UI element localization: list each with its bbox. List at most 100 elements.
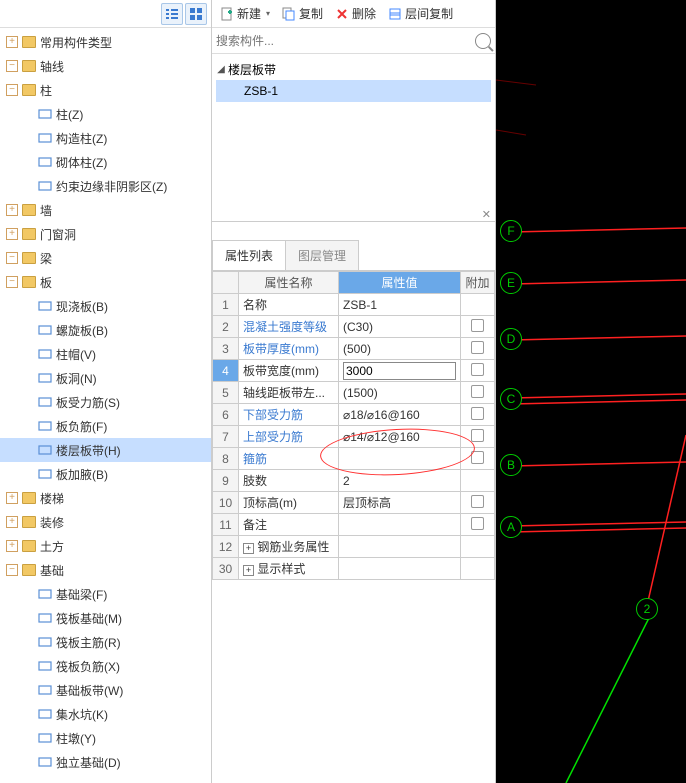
prop-extra[interactable] <box>461 294 495 316</box>
tree-item[interactable]: 门窗洞 <box>0 222 211 246</box>
prop-value[interactable]: ZSB-1 <box>339 294 461 316</box>
collapse-icon[interactable] <box>6 252 18 264</box>
tree-item[interactable]: 柱(Z) <box>0 102 211 126</box>
property-row[interactable]: 9肢数2 <box>213 470 495 492</box>
expand-icon[interactable]: + <box>243 543 254 554</box>
checkbox[interactable] <box>471 363 484 376</box>
tree-item[interactable]: 螺旋板(B) <box>0 318 211 342</box>
expand-icon[interactable] <box>6 516 18 528</box>
property-row[interactable]: 8箍筋 <box>213 448 495 470</box>
prop-value[interactable]: (C30) <box>339 316 461 338</box>
prop-value[interactable] <box>339 558 461 580</box>
expand-icon[interactable]: + <box>243 565 254 576</box>
prop-value[interactable]: 2 <box>339 470 461 492</box>
prop-value[interactable]: (1500) <box>339 382 461 404</box>
prop-value[interactable] <box>339 448 461 470</box>
property-row[interactable]: 4板带宽度(mm) <box>213 360 495 382</box>
delete-button[interactable]: 删除 <box>331 3 380 24</box>
tree-item[interactable]: 常用构件类型 <box>0 30 211 54</box>
prop-extra[interactable] <box>461 514 495 536</box>
prop-value[interactable]: 层顶标高 <box>339 492 461 514</box>
property-row[interactable]: 12+ 钢筋业务属性 <box>213 536 495 558</box>
collapse-icon[interactable] <box>6 84 18 96</box>
tab-properties[interactable]: 属性列表 <box>212 240 286 270</box>
prop-extra[interactable] <box>461 338 495 360</box>
tree-item[interactable]: 柱墩(Y) <box>0 726 211 750</box>
layer-copy-button[interactable]: 层间复制 <box>384 3 457 24</box>
tree-item[interactable]: 装修 <box>0 510 211 534</box>
prop-extra[interactable] <box>461 536 495 558</box>
tree-item[interactable]: 独立基础(D) <box>0 750 211 774</box>
instance-tree-root[interactable]: ◢ 楼层板带 <box>216 58 491 80</box>
checkbox[interactable] <box>471 429 484 442</box>
tree-item[interactable]: 构造柱(Z) <box>0 126 211 150</box>
property-row[interactable]: 1名称ZSB-1 <box>213 294 495 316</box>
search-input[interactable] <box>216 34 475 48</box>
property-row[interactable]: 6下部受力筋⌀18/⌀16@160 <box>213 404 495 426</box>
tree-item[interactable]: 板加腋(B) <box>0 462 211 486</box>
prop-value[interactable] <box>339 514 461 536</box>
tree-item[interactable]: 基础 <box>0 558 211 582</box>
tree-item[interactable]: 现浇板(B) <box>0 294 211 318</box>
property-row[interactable]: 11备注 <box>213 514 495 536</box>
tree-item[interactable]: 筏板基础(M) <box>0 606 211 630</box>
expand-icon[interactable] <box>6 204 18 216</box>
prop-value[interactable]: ⌀14/⌀12@160 <box>339 426 461 448</box>
prop-extra[interactable] <box>461 558 495 580</box>
property-row[interactable]: 10顶标高(m)层顶标高 <box>213 492 495 514</box>
prop-value-input[interactable] <box>343 362 456 380</box>
prop-extra[interactable] <box>461 360 495 382</box>
tree-item[interactable]: 梁 <box>0 246 211 270</box>
tree-item[interactable]: 筏板主筋(R) <box>0 630 211 654</box>
prop-extra[interactable] <box>461 404 495 426</box>
tab-layers[interactable]: 图层管理 <box>285 240 359 270</box>
cad-viewport[interactable]: F E D C B A 2 <box>496 0 686 783</box>
tree-item[interactable]: 砌体柱(Z) <box>0 150 211 174</box>
grid-view-button[interactable] <box>185 3 207 25</box>
instance-tree-item[interactable]: ZSB-1 <box>216 80 491 102</box>
tree-item[interactable]: 筏板负筋(X) <box>0 654 211 678</box>
prop-extra[interactable] <box>461 470 495 492</box>
search-icon[interactable] <box>475 33 491 49</box>
property-row[interactable]: 5轴线距板带左...(1500) <box>213 382 495 404</box>
tree-item[interactable]: 约束边缘非阴影区(Z) <box>0 174 211 198</box>
tree-item[interactable]: 基础梁(F) <box>0 582 211 606</box>
prop-extra[interactable] <box>461 382 495 404</box>
prop-value[interactable]: ⌀18/⌀16@160 <box>339 404 461 426</box>
property-row[interactable]: 2混凝土强度等级(C30) <box>213 316 495 338</box>
new-button[interactable]: 新建 ▾ <box>216 3 274 24</box>
tree-item[interactable]: 集水坑(K) <box>0 702 211 726</box>
prop-value[interactable] <box>339 536 461 558</box>
tree-item[interactable]: 土方 <box>0 534 211 558</box>
tree-item[interactable]: 基础板带(W) <box>0 678 211 702</box>
checkbox[interactable] <box>471 319 484 332</box>
tree-item[interactable]: 墙 <box>0 198 211 222</box>
tree-item[interactable]: 轴线 <box>0 54 211 78</box>
property-row[interactable]: 7上部受力筋⌀14/⌀12@160 <box>213 426 495 448</box>
tree-item[interactable]: 楼梯 <box>0 486 211 510</box>
prop-extra[interactable] <box>461 448 495 470</box>
prop-extra[interactable] <box>461 492 495 514</box>
property-row[interactable]: 30+ 显示样式 <box>213 558 495 580</box>
prop-value[interactable]: (500) <box>339 338 461 360</box>
tree-item[interactable]: 板受力筋(S) <box>0 390 211 414</box>
expand-icon[interactable] <box>6 492 18 504</box>
tree-item[interactable]: 板 <box>0 270 211 294</box>
collapse-icon[interactable] <box>6 564 18 576</box>
expand-icon[interactable] <box>6 36 18 48</box>
checkbox[interactable] <box>471 451 484 464</box>
copy-button[interactable]: 复制 <box>278 3 327 24</box>
tree-item[interactable]: 板洞(N) <box>0 366 211 390</box>
prop-extra[interactable] <box>461 426 495 448</box>
expand-icon[interactable] <box>6 540 18 552</box>
checkbox[interactable] <box>471 517 484 530</box>
list-view-button[interactable] <box>161 3 183 25</box>
tree-item[interactable]: 板负筋(F) <box>0 414 211 438</box>
property-row[interactable]: 3板带厚度(mm)(500) <box>213 338 495 360</box>
checkbox[interactable] <box>471 495 484 508</box>
collapse-icon[interactable] <box>6 60 18 72</box>
tree-item[interactable]: 柱帽(V) <box>0 342 211 366</box>
tree-item[interactable]: 楼层板带(H) <box>0 438 211 462</box>
prop-extra[interactable] <box>461 316 495 338</box>
collapse-icon[interactable] <box>6 276 18 288</box>
